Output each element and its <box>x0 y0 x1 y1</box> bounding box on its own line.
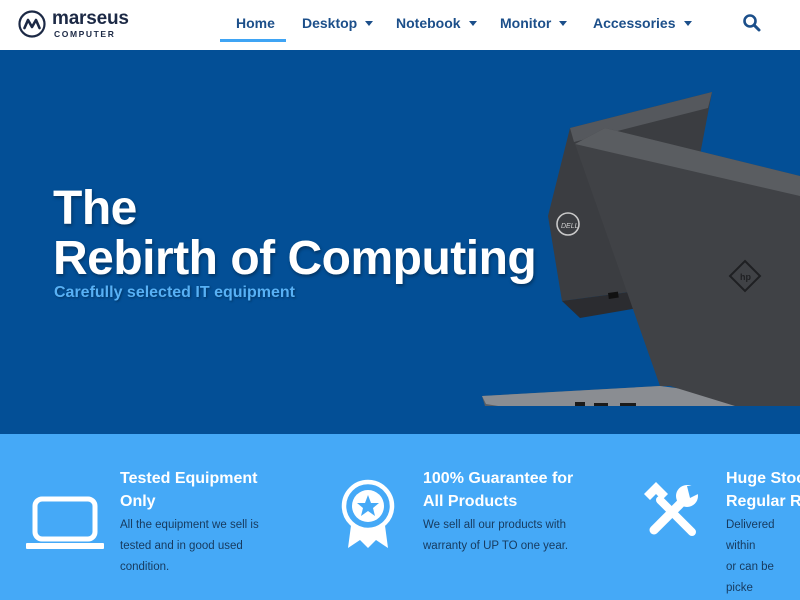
brand-name: marseus <box>52 8 129 29</box>
tools-icon <box>644 482 698 536</box>
feature-text-line2: or can be picke <box>726 561 774 594</box>
feature-tested-equipment: Tested Equipment Only All the equipment … <box>0 434 300 600</box>
feature-text-line2: tested and in good used <box>120 540 243 552</box>
hero-title: The Rebirth of Computing <box>53 182 537 285</box>
feature-text-line3: condition. <box>120 561 170 573</box>
feature-text-line2: warranty of UP TO one year. <box>423 540 569 552</box>
feature-title-line1: Huge Stock <box>726 470 800 487</box>
nav-desktop-label: Desktop <box>302 15 358 31</box>
hero-subtitle: Carefully selected IT equipment <box>54 284 295 301</box>
logo-mark-icon <box>18 10 46 38</box>
chevron-down-icon <box>559 21 568 26</box>
nav-monitor-label: Monitor <box>500 15 552 31</box>
brand-subtitle: COMPUTER <box>54 29 116 39</box>
feature-title-line2: Regular Re <box>726 493 800 510</box>
feature-text: Delivered within or can be picke <box>726 515 800 599</box>
nav-monitor[interactable]: Monitor <box>500 0 568 46</box>
nav-active-indicator <box>220 39 286 42</box>
feature-text-line1: We sell all our products with <box>423 519 566 531</box>
features-strip: Tested Equipment Only All the equipment … <box>0 434 800 600</box>
brand-logo[interactable]: marseus COMPUTER <box>18 9 138 41</box>
nav-notebook-label: Notebook <box>396 15 461 31</box>
feature-huge-stock: Huge Stock Regular Re Delivered within o… <box>600 434 800 600</box>
feature-text-line1: Delivered within <box>726 519 775 552</box>
svg-text:hp: hp <box>740 272 751 282</box>
feature-title: Tested Equipment Only <box>120 467 258 513</box>
feature-title-line2: Only <box>120 493 156 510</box>
nav-accessories-label: Accessories <box>593 15 676 31</box>
nav-accessories[interactable]: Accessories <box>593 0 692 46</box>
feature-title-line2: All Products <box>423 493 518 510</box>
feature-title: 100% Guarantee for All Products <box>423 467 573 513</box>
nav-notebook[interactable]: Notebook <box>396 0 477 46</box>
chevron-down-icon <box>365 21 374 26</box>
feature-text: We sell all our products with warranty o… <box>423 515 568 557</box>
feature-title-line1: Tested Equipment <box>120 470 258 487</box>
nav-desktop[interactable]: Desktop <box>302 0 374 46</box>
feature-text-line1: All the equipment we sell is <box>120 519 259 531</box>
feature-guarantee: 100% Guarantee for All Products We sell … <box>300 434 600 600</box>
chevron-down-icon <box>468 21 477 26</box>
feature-title-line1: 100% Guarantee for <box>423 470 574 487</box>
feature-text: All the equipment we sell is tested and … <box>120 515 259 578</box>
feature-title: Huge Stock Regular Re <box>726 467 800 513</box>
hero-banner: DELL hp The Rebirth of Computing Careful… <box>0 50 800 434</box>
award-star-icon <box>341 479 395 548</box>
laptop-icon <box>26 496 104 549</box>
svg-text:DELL: DELL <box>561 223 579 230</box>
nav-home-label: Home <box>236 15 275 31</box>
hero-title-line1: The <box>53 182 137 235</box>
chevron-down-icon <box>683 21 692 26</box>
site-header: marseus COMPUTER Home Desktop Notebook M… <box>0 0 800 50</box>
hero-title-line2: Rebirth of Computing <box>53 232 537 285</box>
search-icon[interactable] <box>742 13 762 33</box>
